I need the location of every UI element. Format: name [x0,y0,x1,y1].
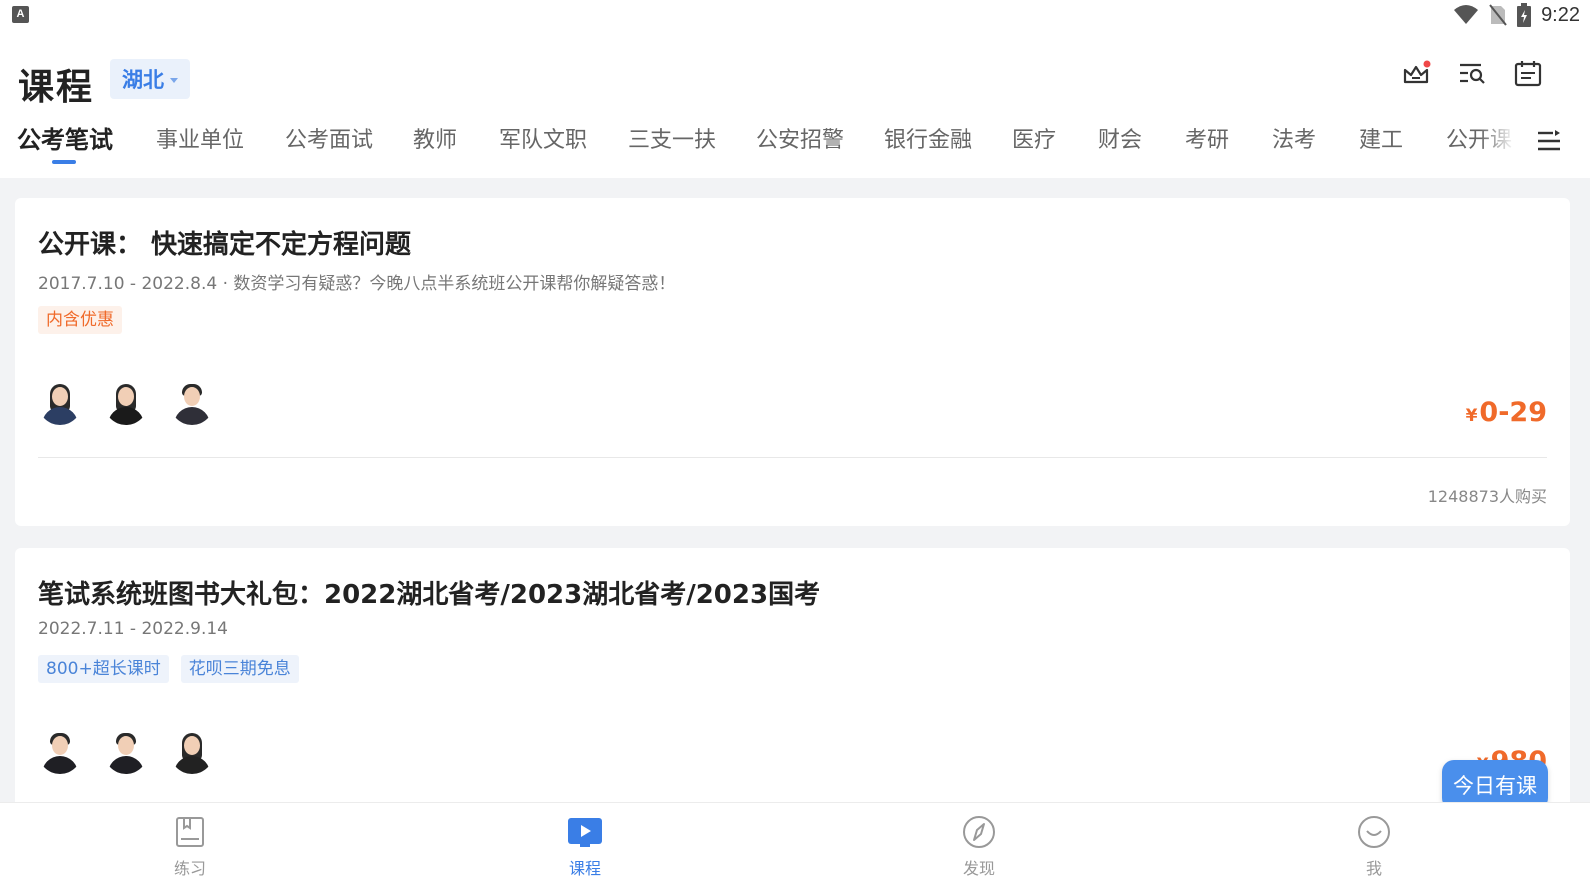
tab-caihui[interactable]: 财会 [1098,122,1142,154]
search-list-icon[interactable] [1457,58,1487,88]
tab-sanzhi-yifu[interactable]: 三支一扶 [628,122,716,154]
course-card[interactable]: 笔试系统班图书大礼包：2022湖北省考/2023湖北省考/2023国考 2022… [15,548,1570,810]
caret-down-icon [170,77,178,83]
status-bar: A 9:22 [0,0,1590,30]
bottom-nav: 练习 课程 发现 我 [0,802,1590,890]
price-symbol: ¥ [1465,406,1478,426]
region-selector[interactable]: 湖北 [110,59,190,99]
tabs-fade-overlay [1480,122,1530,162]
tab-shiye-danwei[interactable]: 事业单位 [156,122,244,154]
vip-crown-icon[interactable] [1401,58,1431,88]
no-sim-icon [1489,4,1507,26]
app-notification-icon: A [12,6,29,23]
status-icons: 9:22 [1453,2,1580,28]
course-play-icon [568,815,602,849]
tab-jundui-wenzhi[interactable]: 军队文职 [499,122,587,154]
course-card[interactable]: 公开课： 快速搞定不定方程问题 2017.7.10 - 2022.8.4 · 数… [15,198,1570,526]
teacher-avatar [170,381,214,425]
compass-icon [962,815,996,849]
nav-courses[interactable]: 课程 [545,815,625,879]
region-label: 湖北 [122,68,164,92]
course-list: 公开课： 快速搞定不定方程问题 2017.7.10 - 2022.8.4 · 数… [0,178,1590,810]
course-tags: 内含优惠 [38,306,122,334]
teacher-avatar [104,730,148,774]
nav-label: 课程 [568,859,601,878]
header: 课程 湖北 公考笔试 事业单位 公考面试 教师 军队文职 三支一扶 公安招警 银… [0,30,1590,176]
teacher-avatar [38,730,82,774]
wifi-icon [1454,5,1479,24]
tab-gongkao-bishi[interactable]: 公考笔试 [17,120,113,155]
nav-label: 练习 [173,859,206,878]
app-screen: A 9:22 课程 湖北 公考笔试 事业单位 公考面试 教师 军队文职 三支一扶… [0,0,1590,890]
card-divider [38,457,1547,458]
teacher-avatar [170,730,214,774]
teacher-avatars [38,730,214,774]
course-subtitle: 2017.7.10 - 2022.8.4 · 数资学习有疑惑？今晚八点半系统班公… [38,274,676,294]
course-tag: 800+超长课时 [38,655,169,683]
tab-kaoyan[interactable]: 考研 [1185,122,1229,154]
course-tags: 800+超长课时 花呗三期免息 [38,655,299,683]
course-title: 公开课： 快速搞定不定方程问题 [38,230,412,260]
tabs-menu-icon[interactable] [1536,128,1562,154]
teacher-avatar [38,381,82,425]
tab-yinhang-jinrong[interactable]: 银行金融 [884,122,972,154]
category-tabs: 公考笔试 事业单位 公考面试 教师 军队文职 三支一扶 公安招警 银行金融 医疗… [0,122,1590,172]
active-tab-indicator [52,160,76,164]
nav-label: 发现 [962,859,995,878]
battery-icon [1517,3,1532,27]
tab-jiaoshi[interactable]: 教师 [413,122,457,154]
calendar-icon[interactable] [1513,58,1543,88]
course-price: ¥0-29 [1466,397,1547,428]
tab-jiangong[interactable]: 建工 [1359,122,1403,154]
tab-gongan-zhaojing[interactable]: 公安招警 [756,122,844,154]
course-subtitle: 2022.7.11 - 2022.9.14 [38,619,228,639]
course-tag: 花呗三期免息 [180,655,299,683]
nav-practice[interactable]: 练习 [150,815,230,879]
status-time: 9:22 [1541,3,1580,26]
tab-yiliao[interactable]: 医疗 [1012,122,1056,154]
page-title: 课程 [18,67,95,108]
course-tag: 内含优惠 [38,306,122,334]
profile-icon [1357,815,1391,849]
buyer-count: 1248873人购买 [1427,487,1547,506]
price-value: 0-29 [1479,397,1547,428]
teacher-avatar [104,381,148,425]
nav-discover[interactable]: 发现 [939,815,1019,879]
teacher-avatars [38,381,214,425]
practice-book-icon [173,815,207,849]
tab-fakao[interactable]: 法考 [1272,122,1316,154]
tab-gongkao-mianshi[interactable]: 公考面试 [285,122,373,154]
nav-label: 我 [1365,859,1382,878]
nav-profile[interactable]: 我 [1334,815,1414,879]
course-title: 笔试系统班图书大礼包：2022湖北省考/2023湖北省考/2023国考 [38,580,821,610]
